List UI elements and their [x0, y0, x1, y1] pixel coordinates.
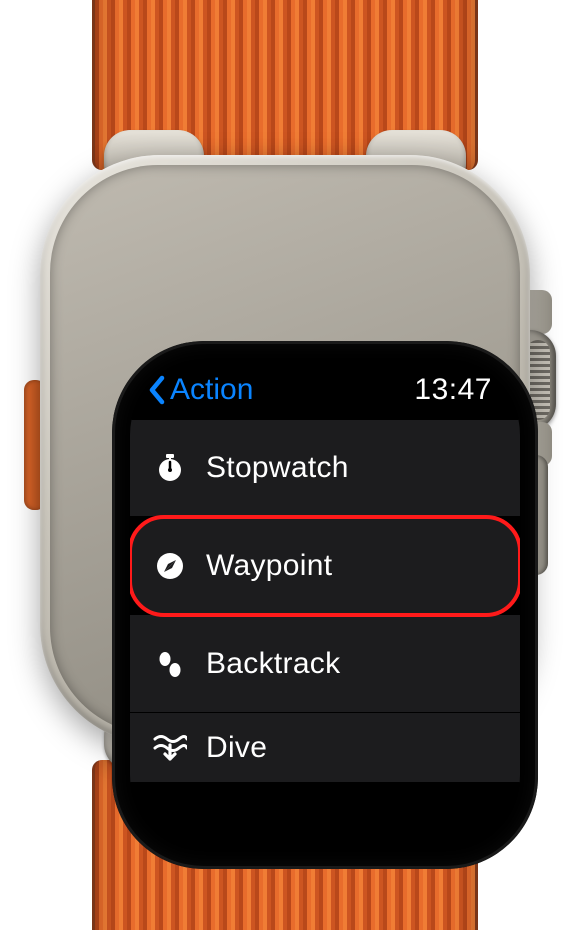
- stopwatch-icon: [152, 450, 188, 486]
- backtrack-icon: [152, 646, 188, 682]
- menu-item-label: Backtrack: [206, 647, 340, 681]
- watch-bezel: Action 13:47 Stopwatch: [112, 341, 538, 869]
- menu-item-label: Dive: [206, 731, 267, 765]
- watch-stage: Action 13:47 Stopwatch: [0, 0, 570, 930]
- action-menu-list[interactable]: Stopwatch Waypoint Backtrack: [130, 419, 520, 783]
- back-label: Action: [170, 373, 253, 407]
- clock-time: 13:47: [414, 373, 492, 407]
- menu-item-backtrack[interactable]: Backtrack: [130, 615, 520, 713]
- back-button[interactable]: Action: [148, 373, 253, 407]
- header: Action 13:47: [130, 359, 520, 415]
- menu-item-dive[interactable]: Dive: [130, 713, 520, 783]
- menu-item-label: Stopwatch: [206, 451, 349, 485]
- menu-item-stopwatch[interactable]: Stopwatch: [130, 419, 520, 517]
- watch-case: Action 13:47 Stopwatch: [40, 155, 530, 745]
- dive-icon: [152, 730, 188, 766]
- menu-item-waypoint[interactable]: Waypoint: [130, 517, 520, 615]
- menu-item-label: Waypoint: [206, 549, 332, 583]
- chevron-left-icon: [148, 375, 168, 405]
- watch-screen: Action 13:47 Stopwatch: [130, 359, 520, 851]
- waypoint-icon: [152, 548, 188, 584]
